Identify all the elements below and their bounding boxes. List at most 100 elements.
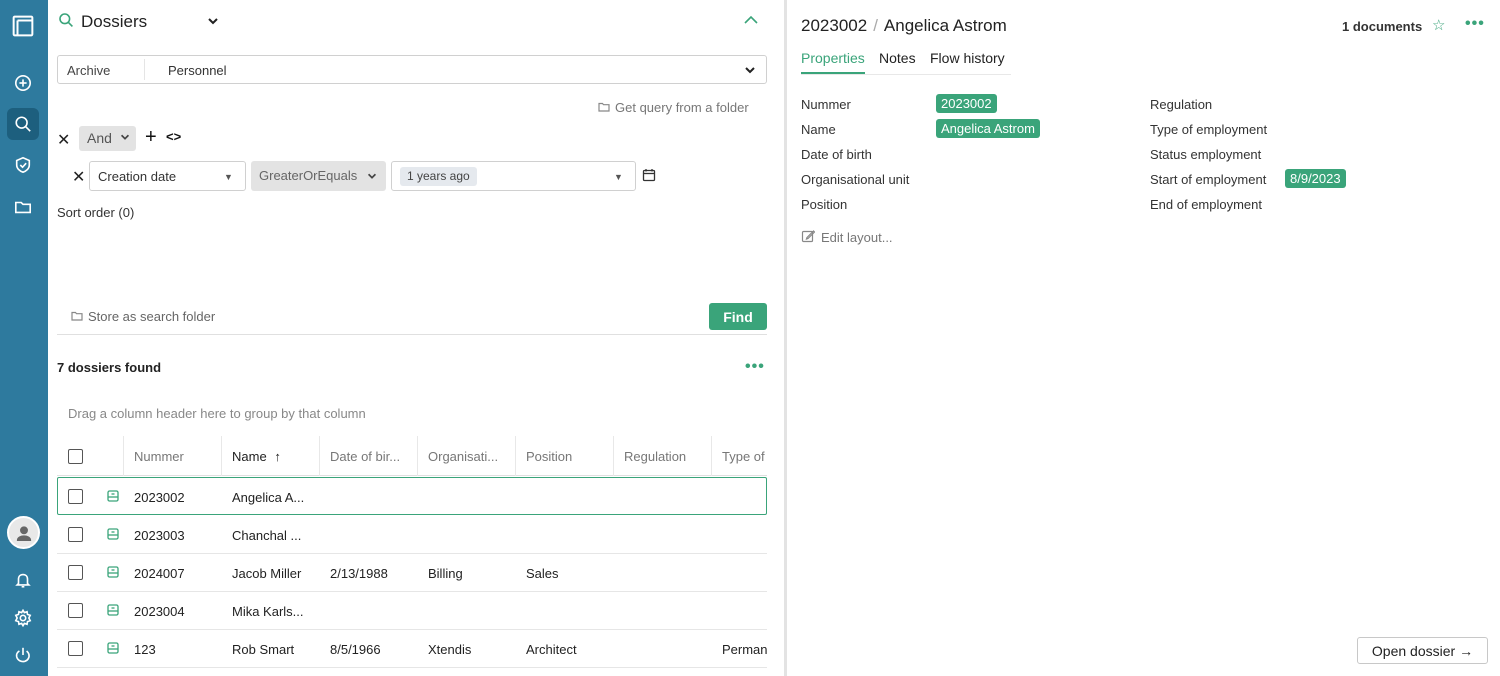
sort-order-toggle[interactable]: Sort order (0) (57, 205, 134, 220)
dossier-detail-pane: 2023002 / Angelica Astrom 1 documents ☆ … (787, 0, 1500, 676)
code-view-icon[interactable]: <> (166, 129, 181, 144)
logic-operator-value: And (87, 130, 112, 146)
table-row[interactable]: 2023004 Mika Karls... (57, 592, 767, 630)
table-row[interactable]: 123 Rob Smart 8/5/1966 Xtendis Architect… (57, 630, 767, 668)
chevron-down-icon[interactable] (206, 14, 220, 31)
star-icon[interactable]: ☆ (1432, 16, 1445, 34)
remove-condition-button[interactable]: ✕ (72, 167, 85, 187)
group-by-hint[interactable]: Drag a column header here to group by th… (68, 406, 366, 421)
property-label: Regulation (1150, 97, 1213, 112)
property-value-tag: 8/9/2023 (1285, 169, 1346, 188)
property-label: Name (801, 122, 836, 137)
property-label: Status employment (1150, 147, 1262, 162)
column-header-name-label: Name (232, 449, 267, 464)
column-header-organisational-unit[interactable]: Organisati... (417, 436, 515, 476)
dossier-number: 2023002 (801, 16, 868, 35)
row-checkbox[interactable] (68, 641, 83, 656)
results-table: Nummer Name ↑ Date of bir... Organisati.… (57, 436, 767, 676)
search-icon[interactable] (7, 108, 39, 140)
cell-date-of-birth: 2/13/1988 (330, 566, 388, 581)
folder-icon (71, 309, 83, 324)
cell-nummer: 2023002 (134, 490, 185, 505)
store-as-search-folder-link[interactable]: Store as search folder (71, 309, 215, 324)
archive-label: Archive (67, 63, 111, 78)
search-pane: Dossiers Archive Personnel Get query fro… (48, 0, 784, 676)
row-checkbox[interactable] (68, 527, 83, 542)
property-label: Position (801, 197, 848, 212)
cell-name: Chanchal ... (232, 528, 302, 543)
gear-icon[interactable] (7, 602, 39, 634)
chevron-down-icon (119, 130, 131, 146)
table-row[interactable]: 2023002 Angelica A... (57, 477, 767, 515)
edit-layout-label: Edit layout... (821, 230, 893, 245)
search-icon (58, 12, 74, 31)
column-header-nummer[interactable]: Nummer (123, 436, 221, 476)
documents-link[interactable]: 1 documents (1342, 19, 1422, 34)
tab-flow-history[interactable]: Flow history (930, 50, 1005, 72)
store-folder-label: Store as search folder (88, 309, 216, 324)
more-options-icon[interactable]: ••• (1465, 15, 1485, 33)
property-label: Type of employment (1150, 122, 1268, 137)
chevron-down-icon[interactable] (743, 63, 757, 80)
shield-icon[interactable] (7, 149, 39, 181)
property-label: Start of employment (1150, 172, 1267, 187)
condition-value-select[interactable]: 1 years ago ▼ (391, 161, 636, 191)
row-checkbox[interactable] (68, 489, 83, 504)
chevron-down-icon (366, 170, 378, 185)
dossier-icon (106, 641, 120, 658)
column-header-position[interactable]: Position (515, 436, 613, 476)
caret-down-icon: ▼ (224, 172, 233, 182)
column-header-date-of-birth[interactable]: Date of bir... (319, 436, 417, 476)
property-label: Date of birth (801, 147, 872, 162)
property-label: Nummer (801, 97, 851, 112)
power-icon[interactable] (7, 639, 39, 671)
column-header-type-of-employment[interactable]: Type of (711, 436, 767, 476)
get-query-from-folder-link[interactable]: Get query from a folder (598, 100, 749, 115)
edit-icon (801, 229, 816, 246)
chevron-up-icon[interactable] (743, 12, 759, 31)
property-value-tag: 2023002 (936, 94, 997, 113)
app-logo-icon[interactable] (7, 10, 39, 42)
select-all-checkbox[interactable] (68, 449, 83, 464)
calendar-icon[interactable] (642, 168, 656, 185)
folder-icon (598, 100, 610, 115)
column-header-regulation[interactable]: Regulation (613, 436, 711, 476)
divider (144, 59, 145, 80)
caret-down-icon: ▼ (614, 172, 623, 182)
edit-layout-link[interactable]: Edit layout... (801, 229, 893, 246)
results-count: 7 dossiers found (57, 360, 162, 375)
folder-icon[interactable] (7, 191, 39, 223)
add-condition-button[interactable]: + (145, 127, 157, 147)
cell-nummer: 123 (134, 642, 156, 657)
dossier-icon (106, 527, 120, 544)
logic-operator-select[interactable]: And (79, 126, 136, 151)
open-dossier-button[interactable]: Open dossier → (1357, 637, 1488, 664)
tab-notes[interactable]: Notes (879, 50, 916, 72)
cell-position: Sales (526, 566, 559, 581)
value-chip[interactable]: 1 years ago (400, 167, 477, 186)
find-button[interactable]: Find (709, 303, 767, 330)
table-row[interactable]: 2024007 Jacob Miller 2/13/1988 Billing S… (57, 554, 767, 592)
table-row[interactable]: 2023003 Chanchal ... (57, 516, 767, 554)
remove-group-button[interactable]: ✕ (57, 130, 70, 150)
divider (801, 74, 1011, 75)
cell-organisational-unit: Billing (428, 566, 463, 581)
archive-value: Personnel (168, 63, 227, 78)
row-checkbox[interactable] (68, 565, 83, 580)
row-checkbox[interactable] (68, 603, 83, 618)
condition-operator-select[interactable]: GreaterOrEquals (251, 161, 386, 191)
search-type-title[interactable]: Dossiers (81, 12, 147, 32)
cell-name: Angelica A... (232, 490, 305, 505)
column-header-name[interactable]: Name ↑ (221, 436, 319, 476)
property-label: End of employment (1150, 197, 1263, 212)
archive-select[interactable]: Archive Personnel (57, 55, 767, 84)
more-options-icon[interactable]: ••• (745, 358, 765, 376)
add-icon[interactable] (7, 67, 39, 99)
condition-field-select[interactable]: Creation date ▼ (89, 161, 246, 191)
bell-icon[interactable] (7, 564, 39, 596)
user-avatar-icon[interactable] (7, 516, 40, 549)
tab-properties[interactable]: Properties (801, 50, 865, 74)
divider (57, 334, 767, 335)
cell-nummer: 2023003 (134, 528, 185, 543)
property-value-tag: Angelica Astrom (936, 119, 1040, 138)
